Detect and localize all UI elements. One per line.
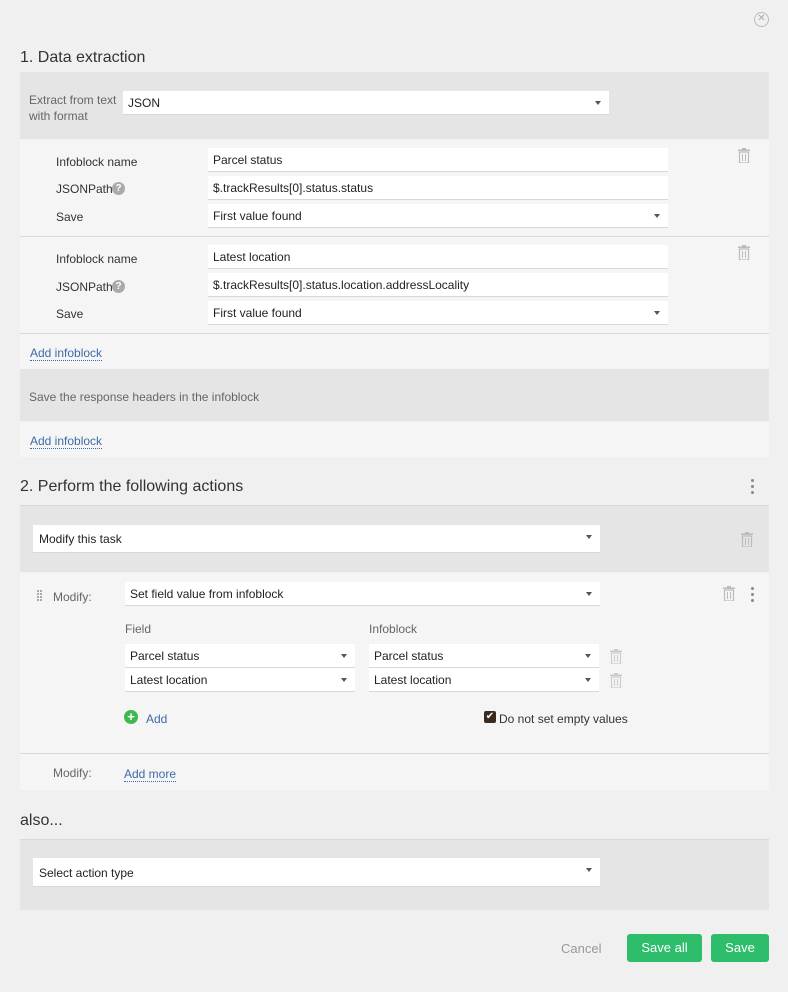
action-select[interactable]: Modify this task xyxy=(33,525,600,553)
save-all-button[interactable]: Save all xyxy=(627,934,702,962)
mapping-infoblock-value: Parcel status xyxy=(374,649,444,663)
delete-infoblock-icon[interactable] xyxy=(738,148,750,163)
empty-values-checkbox[interactable]: ✔ xyxy=(484,711,496,723)
save-label: Save xyxy=(56,210,84,224)
section-title-data-extraction: 1. Data extraction xyxy=(20,49,146,66)
jsonpath-label: JSONPath xyxy=(56,280,113,294)
jsonpath-input[interactable]: $.trackResults[0].status.location.addres… xyxy=(208,273,668,297)
save-mode-value: First value found xyxy=(213,209,302,223)
infoblock-name-input[interactable]: Latest location xyxy=(208,245,668,269)
delete-action-icon[interactable] xyxy=(741,532,753,547)
infoblock-name-input[interactable]: Parcel status xyxy=(208,148,668,172)
action-type-value: Select action type xyxy=(39,866,134,880)
delete-modify-icon[interactable] xyxy=(723,586,735,601)
modify-label-2: Modify: xyxy=(53,766,92,780)
more-options-icon[interactable] xyxy=(751,479,755,497)
mapping-infoblock-select[interactable]: Latest location xyxy=(369,668,599,692)
mapping-field-value: Parcel status xyxy=(130,649,200,663)
delete-infoblock-icon[interactable] xyxy=(738,245,750,260)
mapping-field-select[interactable]: Parcel status xyxy=(125,644,355,668)
add-infoblock-row xyxy=(20,422,769,457)
add-infoblock-row xyxy=(20,334,769,369)
delete-mapping-icon[interactable] xyxy=(610,649,622,664)
add-plus-icon[interactable]: + xyxy=(124,710,138,724)
modify-select-value: Set field value from infoblock xyxy=(130,587,284,601)
save-mode-select[interactable]: First value found xyxy=(208,301,668,325)
add-infoblock-link-2[interactable]: Add infoblock xyxy=(30,434,103,449)
infoblock-name-label: Infoblock name xyxy=(56,155,138,169)
save-mode-select[interactable]: First value found xyxy=(208,204,668,228)
add-infoblock-link[interactable]: Add infoblock xyxy=(30,346,103,361)
modify-select[interactable]: Set field value from infoblock xyxy=(125,582,600,606)
drag-handle-icon[interactable] xyxy=(37,590,43,602)
action-select-value: Modify this task xyxy=(39,532,122,546)
mapping-field-select[interactable]: Latest location xyxy=(125,668,355,692)
section-title-actions: 2. Perform the following actions xyxy=(20,478,244,495)
action-type-select[interactable]: Select action type xyxy=(33,858,600,887)
also-title: also... xyxy=(20,812,63,829)
mapping-field-value: Latest location xyxy=(130,673,208,687)
mapping-infoblock-value: Latest location xyxy=(374,673,452,687)
help-icon[interactable]: ? xyxy=(112,182,125,195)
save-button[interactable]: Save xyxy=(711,934,769,962)
help-icon[interactable]: ? xyxy=(112,280,125,293)
infoblock-name-label: Infoblock name xyxy=(56,252,138,266)
headers-label: Save the response headers in the infoblo… xyxy=(29,390,260,404)
jsonpath-label: JSONPath xyxy=(56,182,113,196)
infoblock-column-header: Infoblock xyxy=(369,622,418,636)
modify-label: Modify: xyxy=(53,590,92,604)
cancel-button[interactable]: Cancel xyxy=(561,941,601,956)
field-column-header: Field xyxy=(125,622,152,636)
close-icon[interactable]: ✕ xyxy=(754,12,769,27)
jsonpath-input[interactable]: $.trackResults[0].status.status xyxy=(208,176,668,200)
empty-values-label: Do not set empty values xyxy=(499,712,628,726)
format-label: Extract from text with format xyxy=(29,93,117,123)
save-mode-value: First value found xyxy=(213,306,302,320)
mapping-infoblock-select[interactable]: Parcel status xyxy=(369,644,599,668)
format-select-value: JSON xyxy=(128,96,161,110)
add-more-link[interactable]: Add more xyxy=(124,767,177,782)
save-label: Save xyxy=(56,307,84,321)
add-mapping-link[interactable]: Add xyxy=(146,712,167,726)
modify-more-options-icon[interactable] xyxy=(751,587,755,605)
delete-mapping-icon[interactable] xyxy=(610,673,622,688)
format-select[interactable]: JSON xyxy=(123,91,609,115)
